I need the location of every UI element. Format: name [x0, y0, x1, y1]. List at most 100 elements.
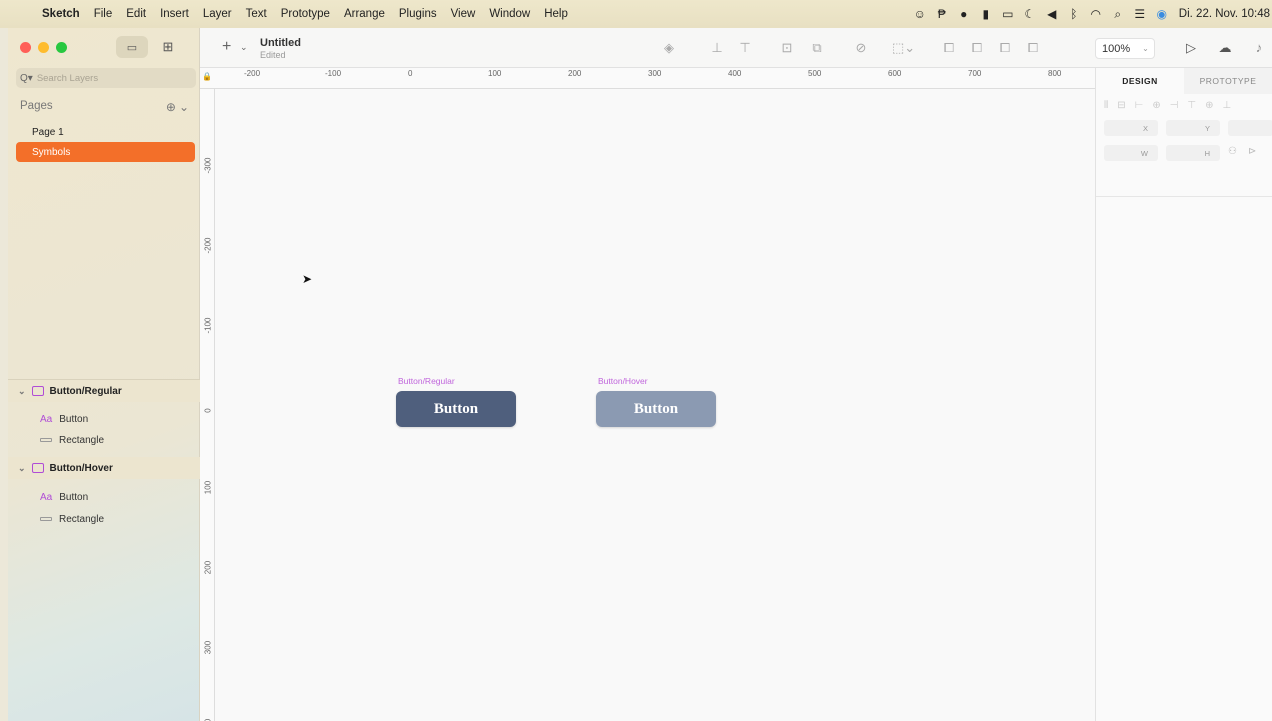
zoom-window-button[interactable]	[56, 42, 67, 53]
transform-icon[interactable]: ⬚⌄	[892, 40, 915, 56]
zoom-value: 100%	[1102, 42, 1131, 55]
menu-arrange[interactable]: Arrange	[344, 8, 385, 20]
design-canvas[interactable]: ➤ Button/Regular Button Button/Hover But…	[215, 89, 1095, 721]
y-field[interactable]: Y	[1166, 120, 1220, 136]
ruler-tick-label: 200	[203, 560, 213, 575]
bell-icon[interactable]: ♪	[1250, 40, 1268, 55]
control-center-icon[interactable]: ☰	[1129, 7, 1151, 21]
window-icon[interactable]: ▭	[997, 7, 1019, 21]
grid-icon[interactable]: ▮	[975, 7, 997, 21]
menu-help[interactable]: Help	[544, 8, 568, 20]
layer-group-label: Button/Regular	[49, 385, 122, 397]
sidebar-toggle-icon[interactable]: ▭	[116, 36, 148, 58]
layer-item-rectangle[interactable]: Rectangle	[8, 509, 200, 529]
circle-face-icon[interactable]: ☺	[909, 7, 931, 21]
page-item-page-1[interactable]: Page 1	[16, 122, 195, 142]
scale-icon[interactable]: ⊡	[778, 40, 796, 56]
search-icon[interactable]: ⌕	[1107, 7, 1129, 22]
menu-app-name[interactable]: Sketch	[42, 8, 80, 20]
button-text: Button	[433, 400, 479, 417]
page-item-symbols[interactable]: Symbols	[16, 142, 195, 162]
distribute-icon[interactable]: ⊥	[708, 40, 726, 56]
siri-icon[interactable]: ◉	[1151, 7, 1173, 21]
preview-play-icon[interactable]: ▷	[1182, 40, 1200, 56]
x-field-label: X	[1142, 123, 1148, 133]
layer-item-rectangle[interactable]: Rectangle	[8, 430, 200, 450]
menu-plugins[interactable]: Plugins	[399, 8, 437, 20]
menu-window[interactable]: Window	[489, 8, 530, 20]
menu-text[interactable]: Text	[246, 8, 267, 20]
x-field[interactable]: X	[1104, 120, 1158, 136]
menu-file[interactable]: File	[94, 8, 113, 20]
bluetooth-icon[interactable]: ᛒ	[1063, 7, 1085, 21]
document-title: Untitled	[260, 37, 301, 49]
skype-icon[interactable]: ●	[953, 7, 975, 21]
brand-icon[interactable]: ₱	[931, 7, 953, 21]
cloud-icon[interactable]: ☁	[1216, 40, 1234, 56]
subtract-icon[interactable]: ⧠	[968, 40, 986, 56]
union-icon[interactable]: ⧠	[940, 40, 958, 56]
page-label: Symbols	[32, 146, 71, 158]
intersect-icon[interactable]: ⧠	[996, 40, 1014, 56]
symbol-label-button-regular[interactable]: Button/Regular	[398, 376, 455, 386]
layer-group-button-hover[interactable]: ⌄ Button/Hover	[8, 457, 200, 479]
align-bottom-icon[interactable]: ⊥	[1223, 100, 1232, 111]
tab-prototype[interactable]: PROTOTYPE	[1184, 68, 1272, 94]
align-top-icon[interactable]: ⊤	[1187, 100, 1196, 111]
rotation-field[interactable]	[1228, 120, 1272, 136]
symbol-label-button-hover[interactable]: Button/Hover	[598, 376, 648, 386]
layer-group-button-regular[interactable]: ⌄ Button/Regular	[8, 380, 200, 402]
layer-item-text[interactable]: Aa Button	[8, 409, 200, 429]
button-regular-symbol[interactable]: Button	[396, 391, 516, 427]
ruler-tick-label: 800	[1048, 69, 1062, 78]
distribute-vertical-icon[interactable]: ⊟	[1117, 100, 1125, 111]
distribute-horizontal-icon[interactable]: ⫴	[1104, 100, 1108, 111]
layer-label: Button	[59, 491, 89, 503]
insert-icon[interactable]: +	[222, 38, 231, 56]
menu-insert[interactable]: Insert	[160, 8, 189, 20]
align-left-icon[interactable]: ⊢	[1135, 100, 1144, 111]
ruler-tick-label: -100	[203, 317, 213, 334]
moon-icon[interactable]: ☾	[1019, 7, 1041, 21]
volume-icon[interactable]: ◀	[1041, 7, 1063, 21]
difference-icon[interactable]: ⧠	[1024, 40, 1042, 56]
h-field-label: H	[1204, 148, 1210, 158]
zoom-select[interactable]: 100% ⌄	[1095, 38, 1155, 59]
align-right-icon[interactable]: ⊣	[1170, 100, 1179, 111]
constrain-proportions-icon[interactable]: ⚇	[1228, 146, 1237, 157]
align-center-icon[interactable]: ⊕	[1152, 100, 1160, 111]
layer-group-label: Button/Hover	[49, 462, 113, 474]
minimize-window-button[interactable]	[38, 42, 49, 53]
add-page-icon[interactable]: ⊕⌄	[166, 100, 192, 114]
h-field[interactable]: H	[1166, 145, 1220, 161]
create-symbol-icon[interactable]: ◈	[660, 40, 678, 56]
tab-design[interactable]: DESIGN	[1096, 68, 1184, 94]
menu-view[interactable]: View	[451, 8, 476, 20]
chevron-down-icon: ⌄	[1142, 44, 1149, 53]
page-label: Page 1	[32, 126, 64, 138]
chevron-down-icon[interactable]: ⌄	[240, 42, 248, 53]
sketch-window: ▭ ⊞ Q▾ Search Layers Pages ⊕⌄ Page 1 Sym…	[8, 28, 1272, 721]
menu-prototype[interactable]: Prototype	[281, 8, 330, 20]
button-text: Button	[633, 400, 679, 417]
chevron-down-icon[interactable]: ⌄	[18, 386, 26, 397]
w-field[interactable]: W	[1104, 145, 1158, 161]
layer-search-input[interactable]: Q▾ Search Layers	[16, 68, 196, 88]
ruler-tick-label: 500	[808, 69, 822, 78]
layer-item-text[interactable]: Aa Button	[8, 487, 200, 507]
mask-icon[interactable]: ⊘	[852, 40, 870, 56]
menu-edit[interactable]: Edit	[126, 8, 146, 20]
close-window-button[interactable]	[20, 42, 31, 53]
align-icon[interactable]: ⊤	[736, 40, 754, 56]
chevron-down-icon[interactable]: ⌄	[18, 463, 26, 474]
button-hover-symbol[interactable]: Button	[596, 391, 716, 427]
flip-icon[interactable]: ⊳	[1248, 146, 1256, 157]
components-grid-icon[interactable]: ⊞	[156, 36, 180, 58]
resize-icon[interactable]: ⧉	[808, 40, 826, 56]
lock-icon[interactable]: 🔒	[202, 72, 212, 81]
menu-clock[interactable]: Di. 22. Nov. 10:48	[1179, 8, 1270, 20]
menu-layer[interactable]: Layer	[203, 8, 232, 20]
wifi-icon[interactable]: ◠	[1085, 7, 1107, 21]
layer-label: Rectangle	[59, 513, 105, 525]
align-middle-icon[interactable]: ⊕	[1205, 100, 1213, 111]
